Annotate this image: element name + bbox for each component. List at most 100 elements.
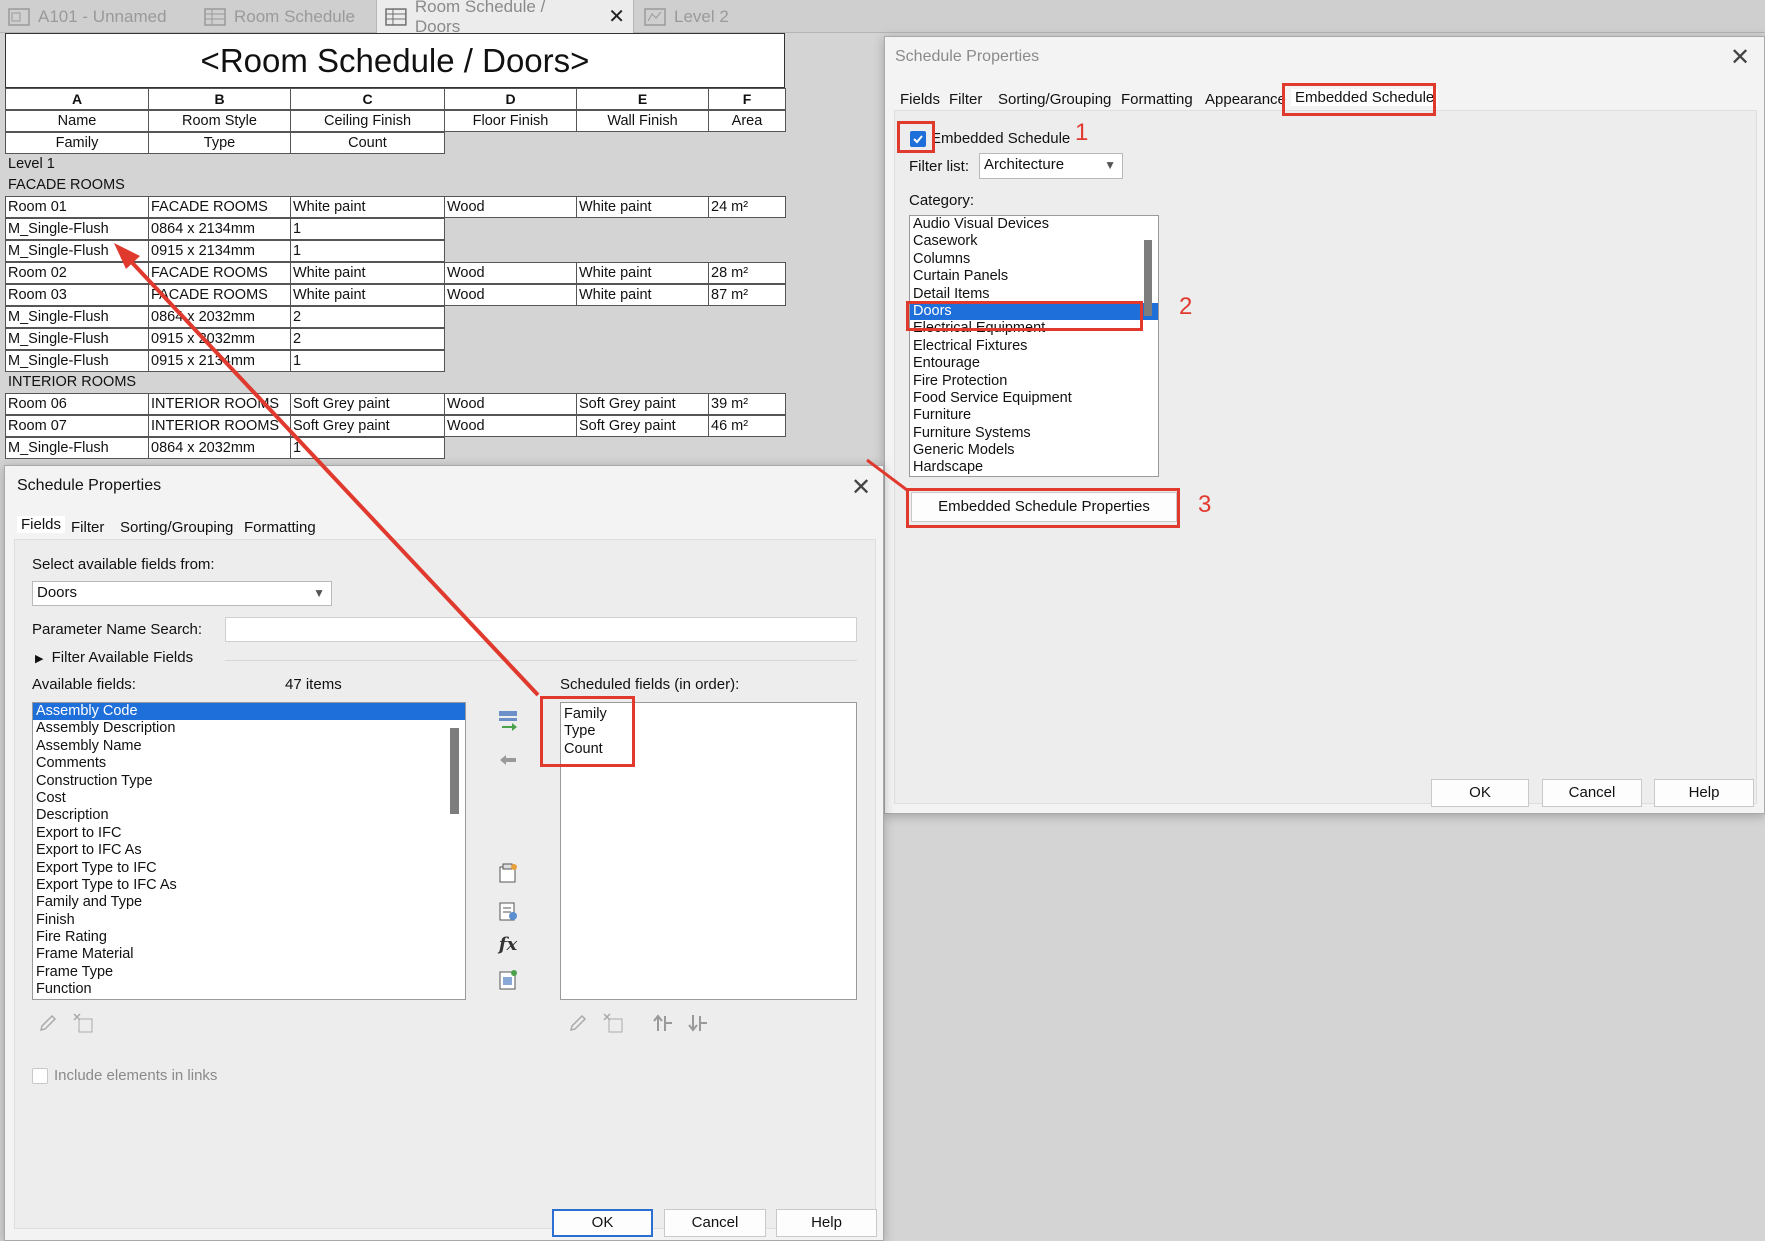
available-field-item[interactable]: Assembly Name [33,738,465,755]
tab-formatting[interactable]: Formatting [244,519,316,536]
door-cell[interactable]: 2 [290,306,445,328]
door-cell[interactable]: M_Single-Flush [5,306,149,328]
table-cell[interactable]: 39 m² [708,393,786,415]
tab-room-schedule[interactable]: Room Schedule [196,0,363,33]
door-cell[interactable]: M_Single-Flush [5,437,149,459]
combine-parameters-button[interactable] [496,968,520,992]
tab-sorting-grouping[interactable]: Sorting/Grouping [120,519,233,536]
column-header[interactable]: Wall Finish [576,110,709,132]
table-cell[interactable]: Room 03 [5,284,149,306]
category-list-item[interactable]: Curtain Panels [910,268,1158,285]
column-header[interactable]: Room Style [148,110,291,132]
filter-available-fields-toggle[interactable]: ▶ Filter Available Fields [35,649,193,666]
column-letter[interactable]: D [444,88,577,110]
column-header[interactable]: Area [708,110,786,132]
new-parameter-button[interactable] [496,861,520,885]
category-list-item[interactable]: Electrical Fixtures [910,338,1158,355]
available-field-item[interactable]: Function [33,981,465,998]
category-list-item[interactable]: Food Service Equipment [910,390,1158,407]
category-list[interactable]: Audio Visual Devices Casework Columns Curta… [909,215,1159,477]
table-cell[interactable]: Wood [444,415,577,437]
table-cell[interactable]: 24 m² [708,196,786,218]
available-field-item[interactable]: Cost [33,790,465,807]
table-cell[interactable]: Soft Grey paint [290,393,445,415]
include-links-checkbox[interactable] [32,1068,48,1084]
table-cell[interactable]: Wood [444,262,577,284]
table-cell[interactable]: Soft Grey paint [576,393,709,415]
door-cell[interactable]: M_Single-Flush [5,240,149,262]
available-field-item[interactable]: Export Type to IFC [33,860,465,877]
table-cell[interactable]: 28 m² [708,262,786,284]
tab-appearance[interactable]: Appearance [1205,91,1286,108]
tab-a101-unnamed[interactable]: A101 - Unnamed [0,0,175,33]
available-scrollbar[interactable] [450,728,459,814]
column-header[interactable]: Ceiling Finish [290,110,445,132]
door-cell[interactable]: 0915 x 2134mm [148,240,291,262]
remove-parameter-button[interactable] [496,748,520,772]
available-field-item[interactable]: Export to IFC [33,825,465,842]
table-cell[interactable]: White paint [290,196,445,218]
available-field-item[interactable]: Assembly Description [33,720,465,737]
table-cell[interactable]: Room 07 [5,415,149,437]
column-letter[interactable]: C [290,88,445,110]
available-field-item[interactable]: Comments [33,755,465,772]
table-cell[interactable]: FACADE ROOMS [148,196,291,218]
available-field-item[interactable]: Fire Rating [33,929,465,946]
tab-filter[interactable]: Filter [949,91,982,108]
available-fields-list[interactable]: Assembly Code Assembly Description Assembl… [32,702,466,1000]
door-cell[interactable]: M_Single-Flush [5,328,149,350]
category-list-item[interactable]: Columns [910,251,1158,268]
table-cell[interactable]: Room 06 [5,393,149,415]
close-icon[interactable]: ✕ [851,476,871,500]
door-cell[interactable]: 1 [290,240,445,262]
move-up-button[interactable] [651,1011,675,1035]
tab-filter[interactable]: Filter [71,519,104,536]
move-down-button[interactable] [686,1011,710,1035]
door-cell[interactable]: 1 [290,218,445,240]
available-field-item[interactable]: Export to IFC As [33,842,465,859]
category-list-item[interactable]: Generic Models [910,442,1158,459]
select-fields-from-dropdown[interactable]: Doors ▼ [32,581,332,606]
table-cell[interactable]: Wood [444,393,577,415]
edit-scheduled-field-button[interactable] [566,1011,590,1035]
table-cell[interactable]: Room 01 [5,196,149,218]
door-cell[interactable]: M_Single-Flush [5,218,149,240]
table-cell[interactable]: FACADE ROOMS [148,284,291,306]
delete-scheduled-field-button[interactable] [601,1011,625,1035]
available-field-item[interactable]: Export Type to IFC As [33,877,465,894]
category-list-item[interactable]: Furniture [910,407,1158,424]
table-cell[interactable]: White paint [576,284,709,306]
table-cell[interactable]: INTERIOR ROOMS [148,393,291,415]
door-cell[interactable]: 0864 x 2032mm [148,437,291,459]
door-cell[interactable]: 2 [290,328,445,350]
tab-sorting-grouping[interactable]: Sorting/Grouping [998,91,1111,108]
edit-field-button[interactable] [36,1011,60,1035]
table-cell[interactable]: Soft Grey paint [576,415,709,437]
cancel-button[interactable]: Cancel [664,1209,766,1237]
available-field-item[interactable]: Description [33,807,465,824]
column-letter[interactable]: B [148,88,291,110]
available-field-item[interactable]: Assembly Code [33,703,465,721]
column-header[interactable]: Type [148,132,291,154]
available-field-item[interactable]: Family and Type [33,894,465,911]
delete-field-button[interactable] [71,1011,95,1035]
column-header[interactable]: Family [5,132,149,154]
column-header[interactable]: Name [5,110,149,132]
available-field-item[interactable]: Finish [33,912,465,929]
door-cell[interactable]: 0864 x 2032mm [148,306,291,328]
category-list-item[interactable]: Fire Protection [910,373,1158,390]
table-cell[interactable]: 87 m² [708,284,786,306]
door-cell[interactable]: 1 [290,350,445,372]
calculated-value-button[interactable]: fx [496,932,520,956]
door-cell[interactable]: 0915 x 2134mm [148,350,291,372]
available-field-item[interactable]: Construction Type [33,773,465,790]
table-cell[interactable]: 46 m² [708,415,786,437]
table-cell[interactable]: Soft Grey paint [290,415,445,437]
table-cell[interactable]: Wood [444,196,577,218]
tab-level-2[interactable]: Level 2 [636,0,737,33]
table-cell[interactable]: FACADE ROOMS [148,262,291,284]
category-list-item[interactable]: Furniture Systems [910,425,1158,442]
help-button[interactable]: Help [776,1209,877,1237]
close-icon[interactable]: ✕ [1730,46,1750,70]
column-header[interactable]: Count [290,132,445,154]
